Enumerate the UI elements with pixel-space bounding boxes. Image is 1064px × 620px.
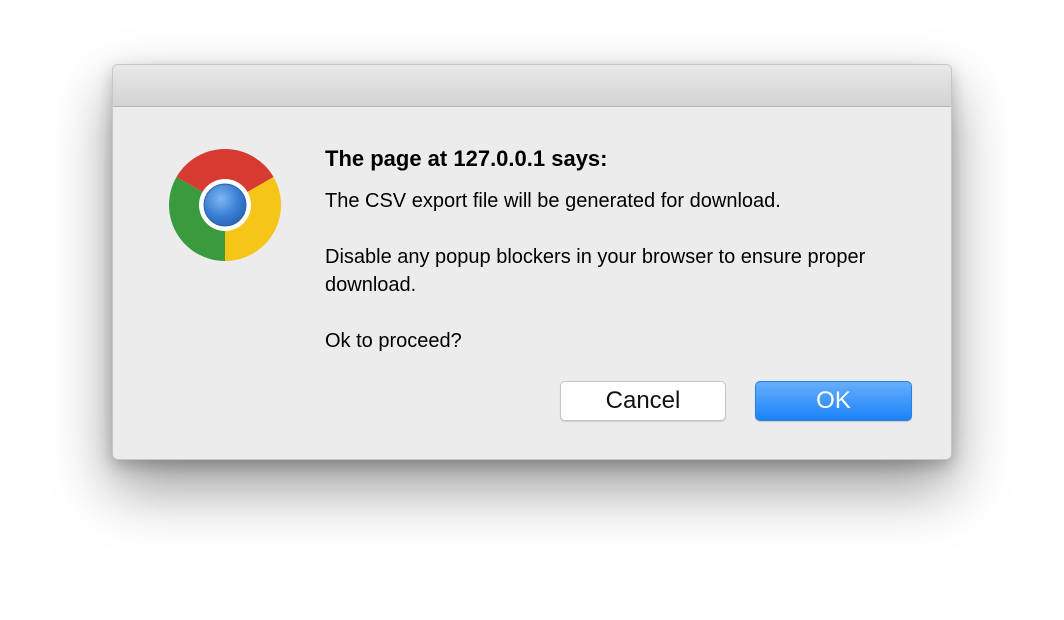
dialog-heading: The page at 127.0.0.1 says: <box>325 146 608 171</box>
dialog-message-2: Disable any popup blockers in your brows… <box>325 246 866 296</box>
alert-dialog: The page at 127.0.0.1 says: The CSV expo… <box>112 64 952 460</box>
chrome-logo-icon <box>168 148 282 262</box>
dialog-titlebar[interactable] <box>113 65 951 107</box>
dialog-message-1: The CSV export file will be generated fo… <box>325 190 781 212</box>
dialog-content: The page at 127.0.0.1 says: The CSV expo… <box>325 145 925 355</box>
ok-button[interactable]: OK <box>755 381 912 421</box>
cancel-button[interactable]: Cancel <box>560 381 726 421</box>
dialog-message-3: Ok to proceed? <box>325 330 462 352</box>
screen: The page at 127.0.0.1 says: The CSV expo… <box>0 0 1064 620</box>
